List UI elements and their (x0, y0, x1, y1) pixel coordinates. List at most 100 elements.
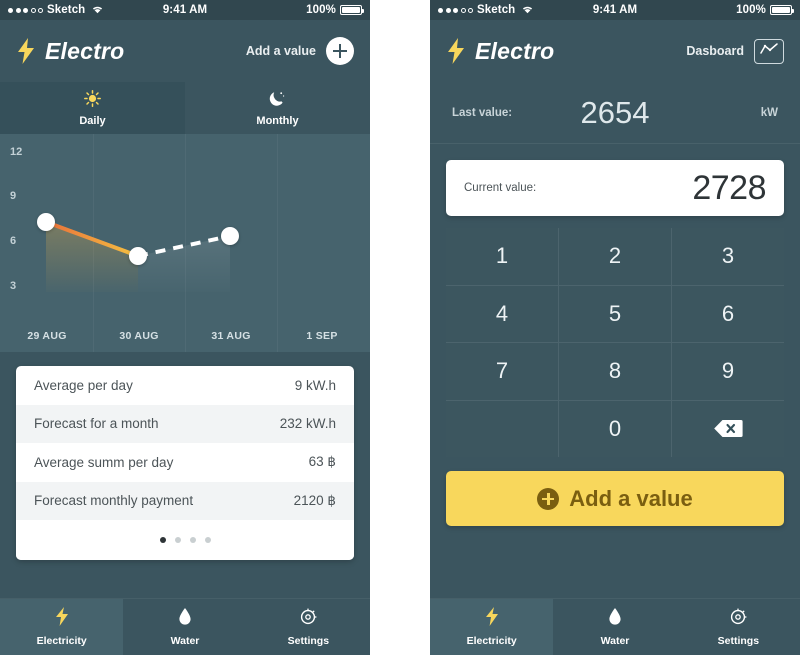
key-5[interactable]: 5 (559, 285, 671, 342)
dashboard-button[interactable] (754, 38, 784, 64)
battery-icon (340, 5, 364, 15)
tab-daily-label: Daily (79, 114, 106, 127)
stat-label: Forecast monthly payment (34, 493, 194, 509)
numeric-keypad: 1 2 3 4 5 6 7 8 9 0 (446, 228, 784, 457)
app-header: Electro Dasboard (430, 20, 800, 82)
sidebar-item-electricity[interactable]: Electricity (430, 599, 554, 655)
battery-icon (770, 5, 794, 15)
tab-water-label: Water (170, 635, 200, 647)
x-tick-3: 1 SEP (306, 330, 338, 342)
screen-gutter (370, 0, 430, 655)
keypad-wrapper: 1 2 3 4 5 6 7 8 9 0 (430, 216, 800, 457)
lightning-bolt-icon (485, 607, 499, 631)
key-2[interactable]: 2 (559, 228, 671, 285)
sidebar-item-settings[interactable]: Settings (247, 599, 370, 655)
status-bar: Sketch 9:41 AM 100% (0, 0, 370, 20)
tab-water-label: Water (600, 635, 630, 647)
battery-percent-label: 100% (736, 4, 766, 16)
signal-strength-icon (8, 7, 43, 13)
wifi-icon (91, 4, 104, 17)
gear-icon (729, 608, 747, 631)
sidebar-item-electricity[interactable]: Electricity (0, 599, 124, 655)
app-header-actions: Dasboard (686, 38, 784, 64)
period-tabs: Daily Monthly (0, 82, 370, 142)
stat-value: 9 kW.h (294, 377, 336, 393)
key-8[interactable]: 8 (559, 343, 671, 400)
page-dot-1[interactable] (159, 537, 166, 543)
stat-label: Average summ per day (34, 454, 174, 470)
chart-point-1[interactable] (129, 247, 147, 265)
dashboard-label: Dasboard (686, 44, 744, 58)
lightning-bolt-icon (16, 38, 36, 64)
key-1[interactable]: 1 (446, 228, 558, 285)
x-tick-0: 29 AUG (27, 330, 67, 342)
key-6[interactable]: 6 (672, 285, 784, 342)
current-value-input[interactable]: 2728 (692, 169, 766, 208)
sidebar-item-water[interactable]: Water (123, 599, 246, 655)
current-value-label: Current value: (464, 182, 537, 194)
status-bar-left: Sketch (438, 4, 534, 17)
page-dot-3[interactable] (189, 537, 196, 543)
app-header-actions: Add a value (246, 37, 354, 65)
wifi-icon (521, 4, 534, 17)
tab-electricity-label: Electricity (36, 635, 87, 647)
key-9[interactable]: 9 (672, 343, 784, 400)
sidebar-item-settings[interactable]: Settings (677, 599, 800, 655)
current-value-field[interactable]: Current value: 2728 (446, 160, 784, 216)
backspace-icon (713, 418, 743, 439)
table-row[interactable]: Average per day 9 kW.h (16, 366, 354, 405)
chart-point-0[interactable] (37, 213, 55, 231)
lightning-bolt-icon (446, 38, 466, 64)
status-bar-right: 100% (306, 4, 364, 16)
page-indicator[interactable] (16, 520, 354, 560)
tab-monthly[interactable]: Monthly (185, 82, 370, 134)
stat-value: 2120 ฿ (293, 492, 336, 508)
tab-monthly-label: Monthly (256, 114, 299, 127)
brand: Electro (16, 38, 124, 65)
sun-icon (84, 89, 101, 112)
water-drop-icon (178, 607, 192, 631)
status-bar-left: Sketch (8, 4, 104, 17)
key-3[interactable]: 3 (672, 228, 784, 285)
status-bar-right: 100% (736, 4, 794, 16)
key-backspace[interactable] (672, 400, 784, 457)
y-tick-12: 12 (10, 146, 23, 158)
key-4[interactable]: 4 (446, 285, 558, 342)
water-drop-icon (608, 607, 622, 631)
line-chart-icon (759, 42, 779, 61)
table-row[interactable]: Average summ per day 63 ฿ (16, 443, 354, 482)
gear-icon (299, 608, 317, 631)
consumption-chart[interactable]: 12 9 6 3 29 AUG 30 AUG 31 AUG 1 SEP (0, 134, 370, 352)
key-blank (446, 400, 558, 457)
chart-point-2[interactable] (221, 227, 239, 245)
key-7[interactable]: 7 (446, 343, 558, 400)
tab-settings-label: Settings (287, 634, 330, 647)
stats-card-wrapper: Average per day 9 kW.h Forecast for a mo… (0, 352, 370, 560)
status-bar: Sketch 9:41 AM 100% (430, 0, 800, 20)
add-value-label: Add a value (245, 44, 316, 58)
signal-strength-icon (438, 7, 473, 13)
sidebar-item-water[interactable]: Water (553, 599, 676, 655)
page-dot-2[interactable] (174, 537, 181, 543)
page-dot-4[interactable] (204, 537, 211, 543)
add-button-wrapper: Add a value (430, 457, 800, 526)
last-value-bar: Last value: 2654 kW (430, 82, 800, 144)
add-a-value-button[interactable]: Add a value (446, 471, 784, 526)
current-value-wrapper: Current value: 2728 (430, 144, 800, 216)
y-tick-6: 6 (10, 235, 17, 247)
add-value-button[interactable] (326, 37, 354, 65)
key-0[interactable]: 0 (559, 400, 671, 457)
table-row[interactable]: Forecast for a month 232 kW.h (16, 404, 354, 443)
y-tick-3: 3 (10, 280, 17, 292)
table-row[interactable]: Forecast monthly payment 2120 ฿ (16, 481, 354, 520)
x-tick-2: 31 AUG (211, 330, 251, 342)
bottom-tab-bar: Electricity Water Settings (430, 598, 800, 655)
stat-label: Forecast for a month (34, 416, 159, 432)
y-tick-9: 9 (10, 190, 17, 202)
bottom-tab-bar: Electricity Water Settings (0, 598, 370, 655)
tab-daily[interactable]: Daily (0, 82, 185, 142)
app-title: Electro (475, 37, 555, 64)
plus-circle-icon (537, 487, 560, 510)
screenshot-stage: Sketch 9:41 AM 100% Electro Add a value (0, 0, 800, 655)
last-value-unit: kW (760, 106, 778, 119)
